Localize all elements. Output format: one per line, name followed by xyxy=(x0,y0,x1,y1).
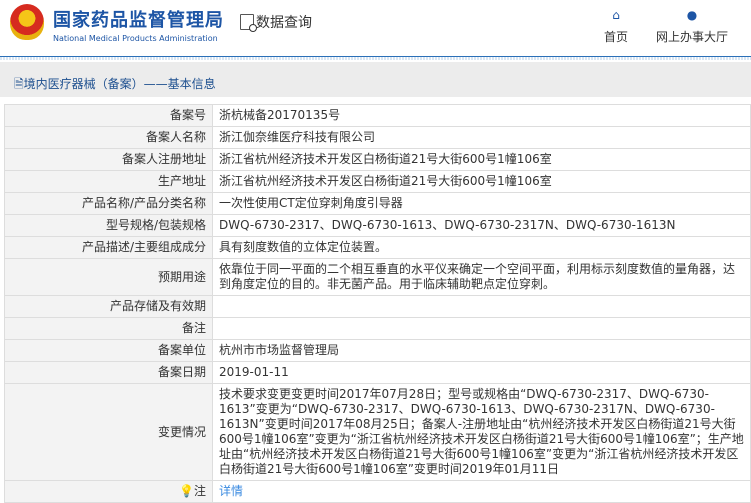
field-label: 备案人名称 xyxy=(4,126,213,149)
site-header: 国家药品监督管理局 National Medical Products Admi… xyxy=(0,0,751,60)
field-label: 型号规格/包装规格 xyxy=(4,214,213,237)
document-icon: 🗎 xyxy=(14,77,24,91)
field-label: 💡注 xyxy=(4,480,213,503)
breadcrumb-text: 境内医疗器械（备案）——基本信息 xyxy=(23,77,216,91)
field-label: 预期用途 xyxy=(4,258,213,296)
field-value: 具有刻度数值的立体定位装置。 xyxy=(212,236,751,259)
note-label: 注 xyxy=(193,484,206,498)
nav-online-hall[interactable]: ● 网上办事大厅 xyxy=(656,8,728,45)
brand[interactable]: 国家药品监督管理局 National Medical Products Admi… xyxy=(53,6,224,43)
table-row: 备案人名称 浙江伽奈维医疗科技有限公司 xyxy=(4,126,751,149)
field-label: 备案号 xyxy=(4,104,213,127)
field-value xyxy=(212,295,751,318)
field-label: 备案单位 xyxy=(4,339,213,362)
brand-title: 国家药品监督管理局 xyxy=(53,10,224,31)
nav-home[interactable]: ⌂ 首页 xyxy=(604,8,628,45)
field-value: 技术要求变更变更时间2017年07月28日；型号或规格由“DWQ-6730-23… xyxy=(212,383,751,481)
table-row: 型号规格/包装规格 DWQ-6730-2317、DWQ-6730-1613、DWQ… xyxy=(4,214,751,237)
table-row: 生产地址 浙江省杭州经济技术开发区白杨街道21号大街600号1幢106室 xyxy=(4,170,751,193)
table-row: 产品名称/产品分类名称 一次性使用CT定位穿刺角度引导器 xyxy=(4,192,751,215)
details-link[interactable]: 详情 xyxy=(219,484,243,498)
record-detail-table: 备案号 浙杭械备20170135号 备案人名称 浙江伽奈维医疗科技有限公司 备案人注册地… xyxy=(4,104,751,503)
user-icon: ● xyxy=(686,8,698,22)
table-row: 产品描述/主要组成成分 具有刻度数值的立体定位装置。 xyxy=(4,236,751,259)
table-row: 产品存储及有效期 xyxy=(4,295,751,318)
table-row: 备案单位 杭州市市场监督管理局 xyxy=(4,339,751,362)
nav-online-hall-label: 网上办事大厅 xyxy=(656,30,729,44)
nav-home-label: 首页 xyxy=(604,30,629,44)
field-value: 浙江伽奈维医疗科技有限公司 xyxy=(212,126,751,149)
field-value: 浙杭械备20170135号 xyxy=(212,104,751,127)
field-value xyxy=(212,317,751,340)
national-emblem-logo xyxy=(10,4,44,40)
data-query-section[interactable]: 数据查询 xyxy=(240,12,312,32)
table-row: 备案号 浙杭械备20170135号 xyxy=(4,104,751,127)
field-value: 一次性使用CT定位穿刺角度引导器 xyxy=(212,192,751,215)
table-row: 备案人注册地址 浙江省杭州经济技术开发区白杨街道21号大街600号1幢106室 xyxy=(4,148,751,171)
breadcrumb: 🗎境内医疗器械（备案）——基本信息 xyxy=(0,62,751,97)
lightbulb-icon: 💡 xyxy=(179,484,194,498)
field-label: 产品存储及有效期 xyxy=(4,295,213,318)
field-value: 杭州市市场监督管理局 xyxy=(212,339,751,362)
field-label: 产品描述/主要组成成分 xyxy=(4,236,213,259)
field-label: 产品名称/产品分类名称 xyxy=(4,192,213,215)
brand-subtitle: National Medical Products Administration xyxy=(53,34,218,43)
field-label: 备注 xyxy=(4,317,213,340)
section-title: 数据查询 xyxy=(256,15,312,31)
table-row: 预期用途 依靠位于同一平面的二个相互垂直的水平仪来确定一个空间平面，利用标示刻度数… xyxy=(4,258,751,296)
field-label: 变更情况 xyxy=(4,383,213,481)
table-row: 备案日期 2019-01-11 xyxy=(4,361,751,384)
table-row: 备注 xyxy=(4,317,751,340)
table-row: 变更情况 技术要求变更变更时间2017年07月28日；型号或规格由“DWQ-673… xyxy=(4,383,751,481)
field-value: DWQ-6730-2317、DWQ-6730-1613、DWQ-6730-231… xyxy=(212,214,751,237)
document-search-icon xyxy=(240,14,257,32)
field-label: 备案日期 xyxy=(4,361,213,384)
field-value: 浙江省杭州经济技术开发区白杨街道21号大街600号1幢106室 xyxy=(212,170,751,193)
field-value: 详情 xyxy=(212,480,751,503)
field-label: 生产地址 xyxy=(4,170,213,193)
field-label: 备案人注册地址 xyxy=(4,148,213,171)
field-value: 依靠位于同一平面的二个相互垂直的水平仪来确定一个空间平面，利用标示刻度数值的量角… xyxy=(212,258,751,296)
table-row: 💡注 详情 xyxy=(4,480,751,503)
field-value: 浙江省杭州经济技术开发区白杨街道21号大街600号1幢106室 xyxy=(212,148,751,171)
home-icon: ⌂ xyxy=(612,8,620,22)
field-value: 2019-01-11 xyxy=(212,361,751,384)
